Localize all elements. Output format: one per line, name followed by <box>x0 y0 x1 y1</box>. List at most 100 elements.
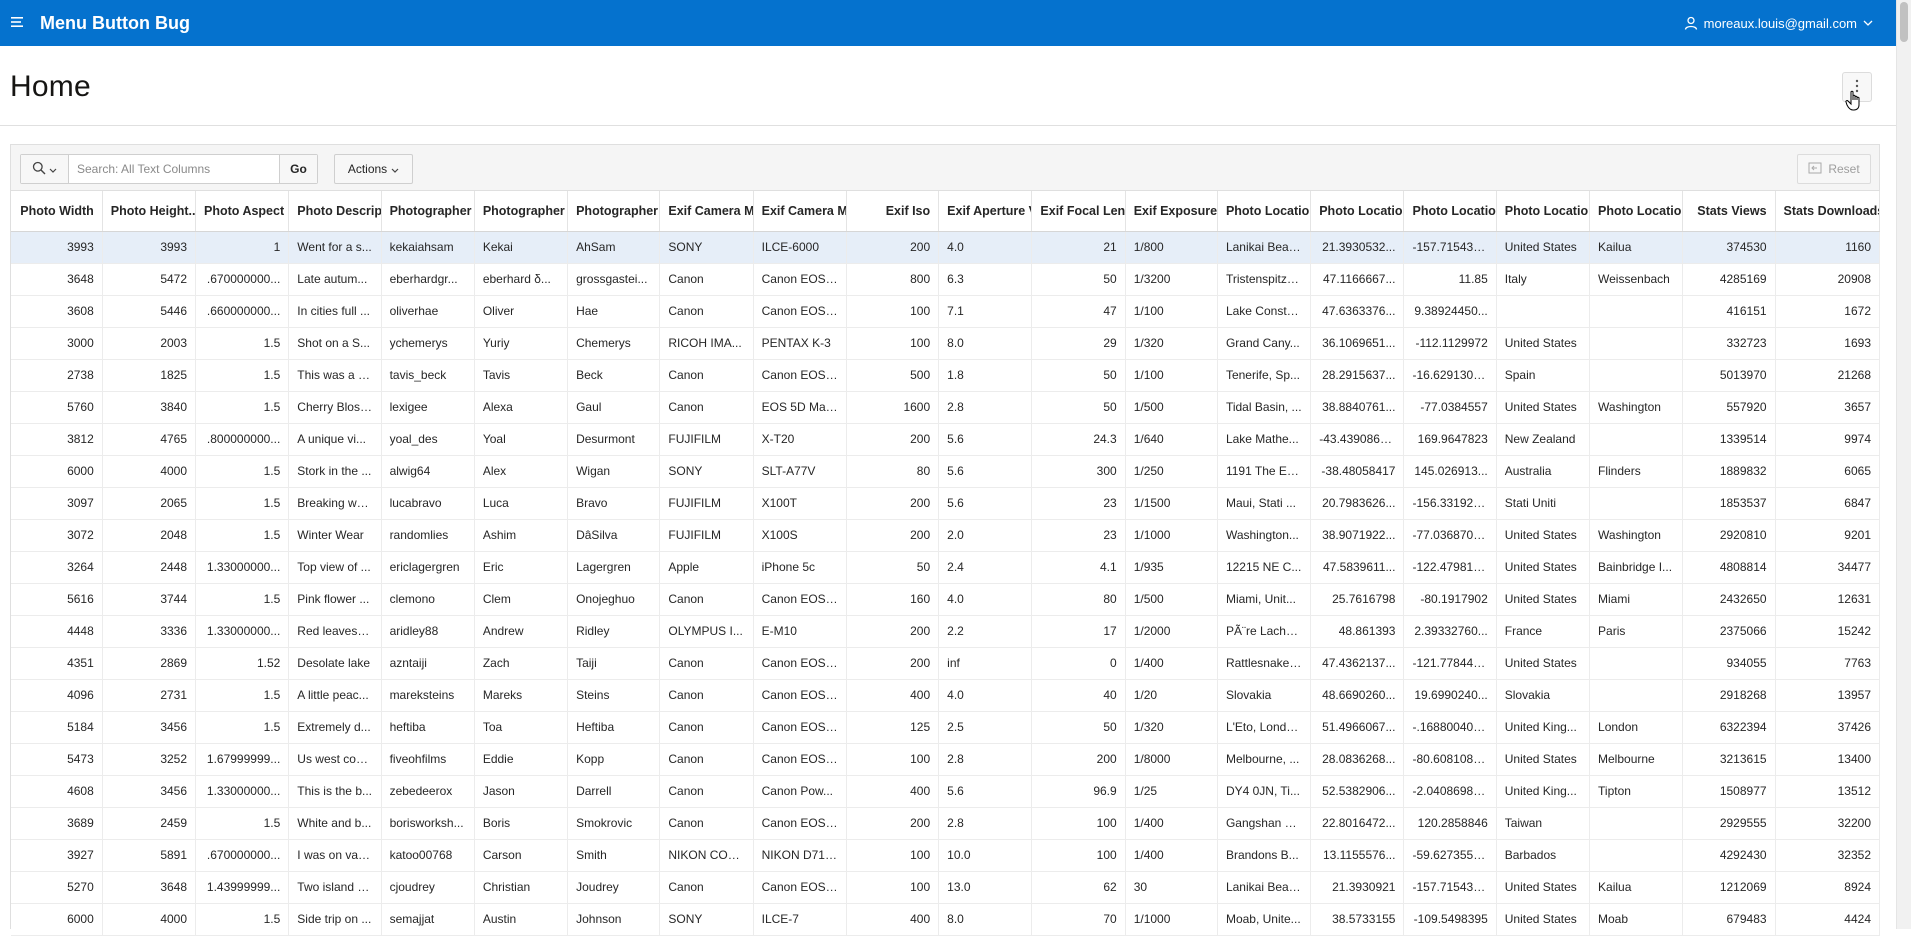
table-row[interactable]: 4096 2731 1.5 A little peac... mareksteins Ma… <box>11 679 1881 712</box>
column-header[interactable]: Photo Location <box>1589 191 1684 232</box>
table-row[interactable]: 5473 3252 1.67999999... Us west coa... fiveo… <box>11 743 1881 776</box>
table-row[interactable]: 3927 5891.670000000... I was on vac... kato… <box>11 839 1881 872</box>
table-cell: Lanikai Beac... <box>1217 231 1312 264</box>
table-row[interactable]: 5616 3744 1.5 Pink flower ... clemono Clem Ono… <box>11 583 1881 616</box>
table-cell: 4292430 <box>1682 839 1776 872</box>
table-cell: lucabravo <box>381 487 475 520</box>
search-input[interactable] <box>69 155 279 183</box>
table-cell: SONY <box>659 455 754 488</box>
table-cell: Hae <box>567 295 661 328</box>
table-cell: United States <box>1496 743 1591 776</box>
column-header[interactable]: Photo Height.. <box>102 191 197 232</box>
column-header[interactable]: Photo Location <box>1403 191 1497 232</box>
search-column-selector[interactable] <box>21 155 69 183</box>
table-row[interactable]: 3648 5472.670000000... Late autum... eberha… <box>11 263 1881 296</box>
table-cell: 38.9071922... <box>1310 519 1405 552</box>
table-row[interactable]: 4448 3336 1.33000000... Red leaves a... arid… <box>11 615 1881 648</box>
table-cell: 2375066 <box>1682 615 1776 648</box>
table-cell: Grand Cany... <box>1217 327 1312 360</box>
table-cell <box>1589 295 1684 328</box>
table-row[interactable]: 6000 4000 1.5 Side trip on ... semajjat Austi… <box>11 903 1881 936</box>
table-cell: 3993 <box>102 231 197 264</box>
table-row[interactable]: 3072 2048 1.5 Winter Wear randomlies Ashim DâS… <box>11 519 1881 552</box>
column-header[interactable]: Photo Width <box>11 191 103 232</box>
table-cell: 679483 <box>1682 903 1776 936</box>
table-cell: L'Eto, Londo... <box>1217 711 1312 744</box>
table-cell: 13512 <box>1775 775 1881 808</box>
app-title[interactable]: Menu Button Bug <box>40 13 190 34</box>
table-cell: -80.6081089... <box>1403 743 1497 776</box>
table-cell: Bainbridge I... <box>1589 551 1684 584</box>
table-row[interactable]: 3993 3993 1 Went for a s... kekaiahsam Kekai A… <box>11 231 1881 264</box>
table-cell: Desolate lake <box>288 647 382 680</box>
table-cell: Canon Pow... <box>753 775 847 808</box>
column-header[interactable]: Exif Aperture V <box>938 191 1033 232</box>
table-cell: 13957 <box>1775 679 1881 712</box>
table-row[interactable]: 5270 3648 1.43999999... Two island s... cjou… <box>11 871 1881 904</box>
table-cell: 96.9 <box>1031 775 1126 808</box>
column-header[interactable]: Stats Views <box>1682 191 1776 232</box>
table-row[interactable]: 3689 2459 1.5 White and b... borisworksh... B… <box>11 807 1881 840</box>
actions-menu-button[interactable]: Actions <box>334 154 413 184</box>
table-cell: 1.5 <box>195 583 290 616</box>
table-row[interactable]: 3812 4765.800000000... A unique vi... yoal_… <box>11 423 1881 456</box>
table-cell: Carson <box>474 839 569 872</box>
table-cell: 200 <box>846 519 940 552</box>
reset-button[interactable]: Reset <box>1797 154 1871 184</box>
table-cell: 36.1069651... <box>1310 327 1405 360</box>
table-row[interactable]: 4351 2869 1.52 Desolate lake azntaiji Zach Tai… <box>11 647 1881 680</box>
table-cell: Spain <box>1496 359 1591 392</box>
table-cell: Kopp <box>567 743 661 776</box>
column-header[interactable]: Photo Descripti <box>288 191 382 232</box>
table-cell: 3927 <box>11 839 103 872</box>
table-cell: 4096 <box>11 679 103 712</box>
column-header[interactable]: Exif Camera Ma <box>659 191 754 232</box>
user-menu-button[interactable]: moreaux.louis@gmail.com <box>1684 0 1873 46</box>
table-row[interactable]: 3264 2448 1.33000000... Top view of ... eric… <box>11 551 1881 584</box>
table-row[interactable]: 4608 3456 1.33000000... This is the b... zeb… <box>11 775 1881 808</box>
table-row[interactable]: 2738 1825 1.5 This was a g... tavis_beck Tavi… <box>11 359 1881 392</box>
table-cell: 1600 <box>846 391 940 424</box>
table-cell: 2.8 <box>938 743 1033 776</box>
scrollbar-thumb[interactable] <box>1900 2 1908 42</box>
table-cell: 169.9647823 <box>1403 423 1497 456</box>
table-cell: France <box>1496 615 1591 648</box>
table-cell: kekaiahsam <box>381 231 475 264</box>
column-header[interactable]: Stats Downloads <box>1775 191 1881 232</box>
table-cell: 47.1166667... <box>1310 263 1405 296</box>
table-cell: Canon EOS ... <box>753 807 847 840</box>
table-cell: 3252 <box>102 743 197 776</box>
column-header[interactable]: Exif Focal Leng <box>1031 191 1126 232</box>
column-header[interactable]: Exif Camera Mo <box>753 191 847 232</box>
column-header[interactable]: Photo Location <box>1496 191 1591 232</box>
table-row[interactable]: 5760 3840 1.5 Cherry Bloss... lexigee Alexa Ga… <box>11 391 1881 424</box>
table-cell: 48.6690260... <box>1310 679 1405 712</box>
table-cell: 100 <box>846 743 940 776</box>
table-row[interactable]: 5184 3456 1.5 Extremely d... heftiba Toa Hefti… <box>11 711 1881 744</box>
table-cell: 100 <box>846 871 940 904</box>
table-cell: 1/800 <box>1125 231 1218 264</box>
table-row[interactable]: 6000 4000 1.5 Stork in the ... alwig64 Alex Wi… <box>11 455 1881 488</box>
column-header[interactable]: Exif Exposure T <box>1125 191 1218 232</box>
column-header[interactable]: Photo Location <box>1310 191 1405 232</box>
table-row[interactable]: 3608 5446.660000000... In cities full ... o… <box>11 295 1881 328</box>
column-header[interactable]: Photo Location <box>1217 191 1312 232</box>
column-header[interactable]: Photographer U <box>381 191 475 232</box>
page-scrollbar[interactable] <box>1896 0 1911 929</box>
chevron-down-icon <box>49 162 57 176</box>
table-row[interactable]: 3097 2065 1.5 Breaking wa... lucabravo Luca Br… <box>11 487 1881 520</box>
go-button[interactable]: Go <box>279 155 317 183</box>
table-cell: 1/100 <box>1125 359 1218 392</box>
table-cell: Taiji <box>567 647 661 680</box>
column-header[interactable]: Photo Aspect R <box>195 191 290 232</box>
table-cell: Two island s... <box>288 871 382 904</box>
table-cell: DâSilva <box>567 519 661 552</box>
column-header[interactable]: Exif Iso <box>846 191 940 232</box>
table-cell: 500 <box>846 359 940 392</box>
menu-toggle-button[interactable] <box>0 0 36 46</box>
table-row[interactable]: 3000 2003 1.5 Shot on a S... ychemerys Yuriy C… <box>11 327 1881 360</box>
column-header[interactable]: Photographer F <box>474 191 569 232</box>
column-header[interactable]: Photographer L <box>567 191 661 232</box>
table-cell: A unique vi... <box>288 423 382 456</box>
table-cell: 3744 <box>102 583 197 616</box>
